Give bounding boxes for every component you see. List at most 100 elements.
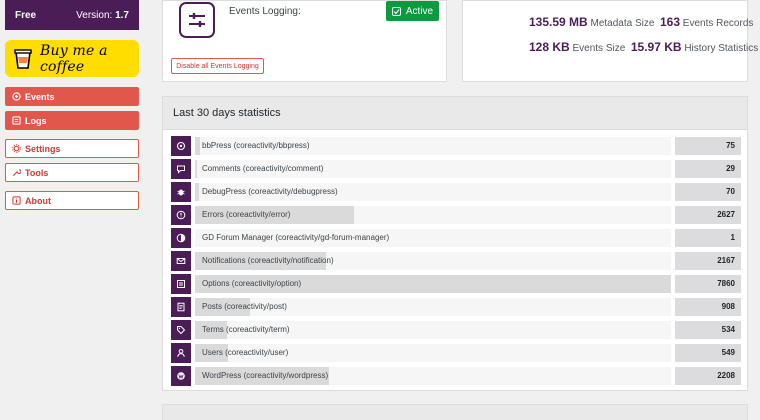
comment-icon: [177, 165, 185, 174]
stats-row-count: 549: [675, 344, 741, 362]
nav-about[interactable]: About: [5, 191, 139, 210]
nav-events-label: Events: [25, 91, 55, 102]
logging-status: Active: [405, 5, 434, 17]
events-records-value: 163: [659, 15, 681, 29]
metadata-size-label: Metadata Size: [590, 18, 655, 29]
stats-row-count: 75: [675, 137, 741, 155]
events-logging-panel: Events Logging: Active Disable all Event…: [162, 0, 447, 82]
stats-title: Last 30 days statistics: [173, 107, 281, 119]
stats-row: Posts (coreactivity/post) 908: [171, 297, 741, 317]
stats-row-label: Terms (coreactivity/term): [202, 325, 290, 334]
stats-row-label: Comments (coreactivity/comment): [202, 164, 324, 173]
history-stats-label: History Statistics: [684, 43, 759, 54]
forum-icon: [176, 233, 186, 243]
stats-row-label: DebugPress (coreactivity/debugpress): [202, 187, 338, 196]
last-30-days-statistics-panel: Last 30 days statistics bbPress (coreact…: [162, 96, 748, 391]
buy-me-a-coffee-button[interactable]: Buy me a coffee: [5, 40, 139, 77]
stats-row-icon: [171, 320, 191, 340]
stats-row-icon: [171, 297, 191, 317]
stats-row-label: bbPress (coreactivity/bbpress): [202, 141, 310, 150]
events-records-label: Events Records: [682, 18, 754, 29]
stats-row: Terms (coreactivity/term) 534: [171, 320, 741, 340]
next-panel-header: [162, 404, 748, 420]
plan-label: Free: [15, 9, 37, 21]
events-logging-label: Events Logging:: [229, 6, 301, 17]
stats-row-count: 534: [675, 321, 741, 339]
nav-logs[interactable]: Logs: [5, 111, 139, 130]
stats-row-icon: [171, 136, 191, 156]
nav-tools-label: Tools: [25, 167, 49, 178]
stats-row-icon: [171, 182, 191, 202]
post-icon: [177, 302, 185, 312]
disable-all-logging-button[interactable]: Disable all Events Logging: [171, 58, 264, 74]
stats-row: Errors (coreactivity/error) 2627: [171, 205, 741, 225]
database-sizes-panel: 135.59 MB Metadata Size 163 Events Recor…: [462, 0, 758, 82]
coffee-label: Buy me a coffee: [40, 42, 108, 75]
nav-settings[interactable]: Settings: [5, 139, 139, 158]
stats-bar-track: GD Forum Manager (coreactivity/gd-forum-…: [195, 229, 671, 247]
stats-panel-header: Last 30 days statistics: [163, 97, 747, 130]
stats-row-icon: [171, 251, 191, 271]
stats-row-label: GD Forum Manager (coreactivity/gd-forum-…: [202, 233, 390, 242]
user-icon: [177, 349, 185, 357]
sidebar: Free Version: 1.7 Buy me a coffee Events…: [0, 0, 148, 420]
logging-active-button[interactable]: Active: [386, 1, 439, 21]
bbpress-icon: [176, 141, 186, 151]
events-icon: [12, 92, 21, 101]
check-icon: [391, 6, 401, 16]
stats-bar: [195, 183, 200, 201]
stats-row: Users (coreactivity/user) 549: [171, 343, 741, 363]
stats-row-label: Options (coreactivity/option): [202, 279, 302, 288]
stats-row-count: 7860: [675, 275, 741, 293]
options-icon: [177, 280, 185, 288]
stats-row: Notifications (coreactivity/notification…: [171, 251, 741, 271]
stats-bar: [195, 137, 200, 155]
stats-row-icon: [171, 205, 191, 225]
stats-row-count: 2167: [675, 252, 741, 270]
stats-row-label: Errors (coreactivity/error): [202, 210, 291, 219]
stats-row: DebugPress (coreactivity/debugpress) 70: [171, 182, 741, 202]
stats-bar-track: bbPress (coreactivity/bbpress): [195, 137, 671, 155]
stats-row-count: 29: [675, 160, 741, 178]
logs-icon: [12, 116, 21, 125]
version-number: 1.7: [115, 9, 129, 21]
stats-bar-track: Comments (coreactivity/comment): [195, 160, 671, 178]
sizes-row-2: 128 KB Events Size 15.97 KB History Stat…: [529, 40, 758, 54]
version-label: Version:: [76, 9, 113, 21]
stats-row-count: 2208: [675, 367, 741, 385]
stats-row-label: Notifications (coreactivity/notification…: [202, 256, 334, 265]
error-icon: [176, 210, 186, 220]
nav-events[interactable]: Events: [5, 87, 139, 106]
stats-row: Options (coreactivity/option) 7860: [171, 274, 741, 294]
stats-row: Comments (coreactivity/comment) 29: [171, 159, 741, 179]
stats-row-icon: [171, 159, 191, 179]
nav-tools[interactable]: Tools: [5, 163, 139, 182]
history-stats-value: 15.97 KB: [630, 40, 682, 54]
stats-bar-track: Posts (coreactivity/post): [195, 298, 671, 316]
nav-logs-label: Logs: [25, 115, 47, 126]
version-box: Free Version: 1.7: [5, 0, 139, 30]
stats-row-icon: [171, 366, 191, 386]
stats-row-label: Users (coreactivity/user): [202, 348, 289, 357]
toggles-icon: [179, 2, 215, 38]
stats-row-count: 908: [675, 298, 741, 316]
bug-icon: [177, 189, 185, 196]
gear-icon: [12, 144, 21, 153]
stats-row: GD Forum Manager (coreactivity/gd-forum-…: [171, 228, 741, 248]
stats-row-count: 2627: [675, 206, 741, 224]
stats-row: bbPress (coreactivity/bbpress) 75: [171, 136, 741, 156]
stats-row-icon: [171, 228, 191, 248]
stats-bar-track: Terms (coreactivity/term): [195, 321, 671, 339]
stats-bar-track: WordPress (coreactivity/wordpress): [195, 367, 671, 385]
stats-row-count: 70: [675, 183, 741, 201]
coffee-cup-icon: [14, 48, 32, 70]
tag-icon: [177, 326, 186, 335]
stats-bar-track: Errors (coreactivity/error): [195, 206, 671, 224]
wordpress-icon: [177, 372, 185, 380]
stats-row-label: WordPress (coreactivity/wordpress): [202, 371, 329, 380]
sizes-row-1: 135.59 MB Metadata Size 163 Events Recor…: [529, 15, 753, 29]
metadata-size-value: 135.59 MB: [529, 15, 588, 29]
envelope-icon: [176, 258, 186, 264]
nav-settings-label: Settings: [25, 143, 61, 154]
stats-bar: [195, 160, 197, 178]
